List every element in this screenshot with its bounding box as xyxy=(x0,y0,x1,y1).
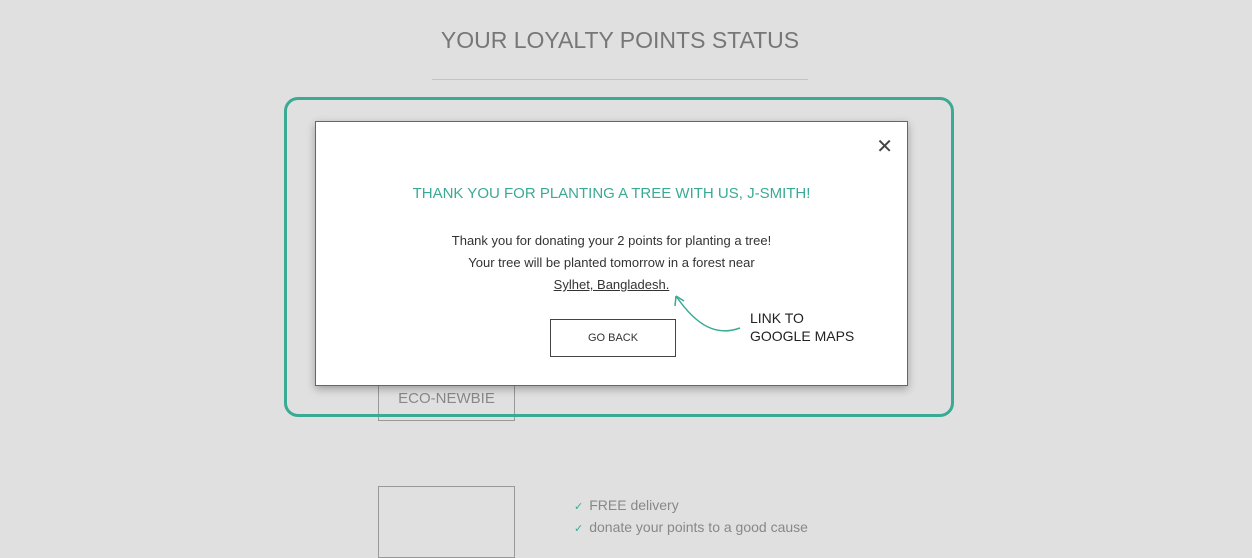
check-icon: ✓ xyxy=(574,501,584,513)
benefits-list: ✓ FREE delivery ✓ donate your points to a … xyxy=(574,496,808,540)
close-icon[interactable]: ✕ xyxy=(876,134,893,159)
location-link[interactable]: Sylhet, Bangladesh. xyxy=(554,277,670,292)
go-back-button[interactable]: GO BACK xyxy=(550,319,676,357)
annotation-arrow-icon xyxy=(674,295,741,332)
page-title: YOUR LOYALTY POINTS STATUS xyxy=(440,27,800,53)
divider xyxy=(432,79,808,80)
modal-message: Thank you for donating your 2 points for… xyxy=(451,233,772,292)
tier-card xyxy=(378,486,515,558)
annotation-note: LINK TO GOOGLE MAPS xyxy=(750,310,855,344)
benefit-item: ✓ FREE delivery xyxy=(574,497,679,513)
confirmation-modal: ✕ THANK YOU FOR PLANTING A TREE WITH US,… xyxy=(315,121,908,386)
modal-title: THANK YOU FOR PLANTING A TREE WITH US, J… xyxy=(412,185,811,202)
check-icon: ✓ xyxy=(574,523,584,535)
benefit-item: ✓ donate your points to a good cause xyxy=(574,519,808,535)
